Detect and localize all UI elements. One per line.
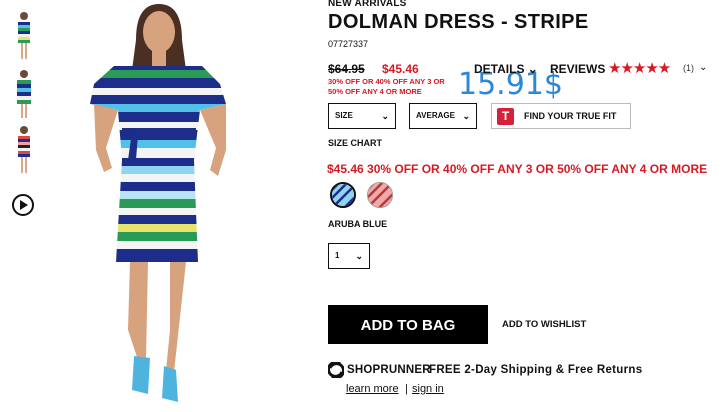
sale-price: $45.46	[382, 62, 419, 76]
tab-reviews[interactable]: REVIEWS	[550, 62, 605, 76]
shoprunner-learn-more-link[interactable]: learn more	[346, 383, 399, 395]
product-title: DOLMAN DRESS - STRIPE	[328, 11, 589, 33]
product-main-image	[66, 0, 256, 407]
size-select[interactable]: SIZE ⌄	[328, 103, 396, 129]
shoprunner-logo-icon	[328, 362, 344, 378]
review-count: (1)	[683, 63, 694, 73]
play-icon	[20, 200, 28, 210]
truefit-logo-icon: T	[497, 108, 514, 125]
true-fit-button[interactable]: T FIND YOUR TRUE FIT	[491, 103, 631, 129]
thumbnail-front-view[interactable]	[12, 10, 36, 62]
color-swatch-aruba-blue[interactable]	[330, 182, 356, 208]
product-sku: 07727337	[328, 39, 369, 49]
chevron-down-icon: ⌄	[527, 62, 538, 76]
original-price: $64.95	[328, 62, 365, 76]
color-swatch-coral[interactable]	[367, 182, 393, 208]
chevron-down-icon: ⌄	[462, 111, 470, 121]
size-select-value: SIZE	[335, 111, 353, 120]
length-select-value: AVERAGE	[416, 111, 455, 120]
add-to-bag-button[interactable]: ADD TO BAG	[328, 305, 488, 344]
add-to-wishlist-link[interactable]: ADD TO WISHLIST	[502, 319, 586, 330]
promo-message-small: 30% OFF OR 40% OFF ANY 3 OR 50% OFF ANY …	[328, 77, 445, 96]
chevron-down-icon[interactable]: ⌄	[699, 62, 707, 73]
shoprunner-message: FREE 2-Day Shipping & Free Returns	[429, 364, 643, 376]
selected-color-name: ARUBA BLUE	[328, 219, 388, 229]
play-video-button[interactable]	[12, 194, 34, 216]
length-select[interactable]: AVERAGE ⌄	[409, 103, 477, 129]
category-eyebrow: NEW ARRIVALS	[328, 0, 407, 9]
star-rating: ★★★★★	[608, 60, 671, 77]
quantity-select[interactable]: 1 ⌄	[328, 243, 370, 269]
promo-message: $45.46 30% OFF OR 40% OFF ANY 3 OR 50% O…	[327, 162, 708, 176]
thumbnail-detail-view[interactable]	[12, 68, 36, 120]
quantity-value: 1	[335, 251, 340, 260]
chevron-down-icon: ⌄	[381, 111, 389, 121]
true-fit-label: FIND YOUR TRUE FIT	[524, 111, 617, 121]
chevron-down-icon: ⌄	[355, 251, 363, 261]
tab-details-label: DETAILS	[474, 62, 525, 76]
tab-details[interactable]: DETAILS ⌄	[474, 62, 538, 76]
thumbnail-alt-color-view[interactable]	[12, 124, 36, 176]
shoprunner-brand: SHOPRUNNER	[347, 364, 431, 376]
shoprunner-sign-in-link[interactable]: sign in	[412, 383, 444, 395]
link-separator: |	[405, 383, 408, 395]
size-chart-link[interactable]: SIZE CHART	[328, 138, 382, 148]
